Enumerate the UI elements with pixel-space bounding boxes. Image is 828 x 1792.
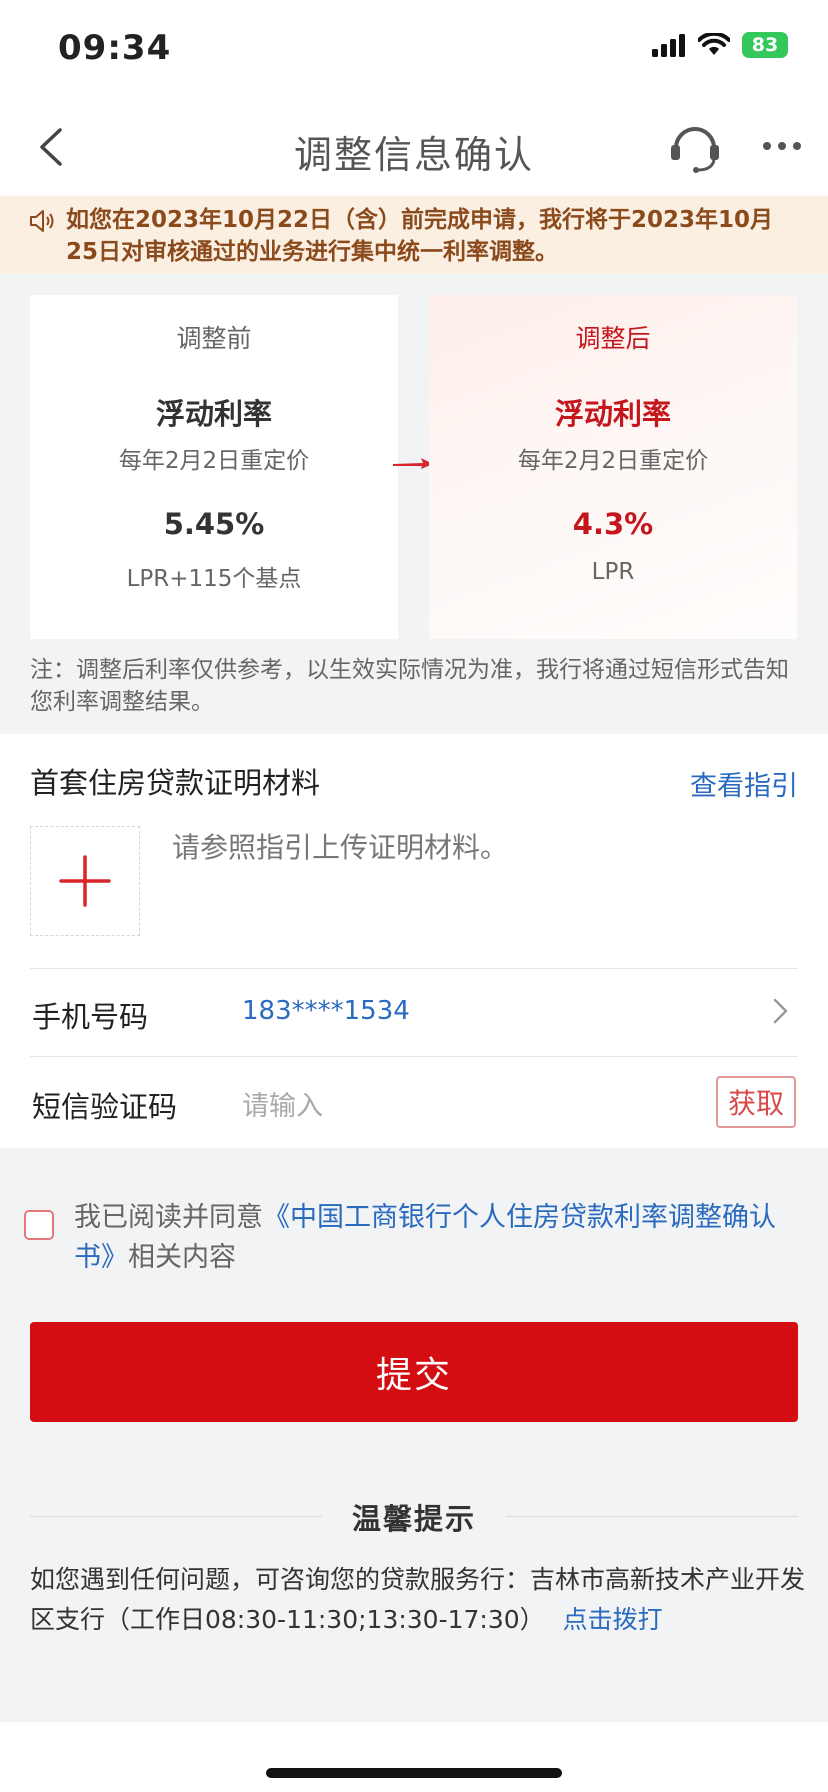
divider xyxy=(30,968,798,969)
speaker-icon xyxy=(30,210,54,232)
headset-icon[interactable] xyxy=(668,118,722,174)
after-label: 调整后 xyxy=(575,324,651,353)
after-rate-mode: 浮动利率 xyxy=(554,397,671,431)
agreement-text: 我已阅读并同意《中国工商银行个人住房贷款利率调整确认书》相关内容 xyxy=(74,1198,784,1278)
sms-code-input[interactable]: 请输入 xyxy=(242,1084,323,1123)
phone-label: 手机号码 xyxy=(32,1000,149,1034)
after-rate-basis: LPR xyxy=(591,559,635,585)
application-form: 首套住房贷款证明材料 查看指引 请参照指引上传证明材料。 手机号码 183***… xyxy=(0,734,828,1148)
upload-hint: 请参照指引上传证明材料。 xyxy=(172,831,509,864)
more-icon[interactable] xyxy=(760,124,804,168)
status-time: 09:34 xyxy=(58,28,172,68)
agreement-checkbox[interactable] xyxy=(24,1210,54,1240)
agreement-section: 我已阅读并同意《中国工商银行个人住房贷款利率调整确认书》相关内容 提交 温馨提示… xyxy=(0,1148,828,1722)
status-bar: 09:34 83 xyxy=(0,0,828,100)
call-link[interactable]: 点击拨打 xyxy=(563,1605,663,1634)
page: 09:34 83 调整信息确认 如您在2023年10月22日（含）前完成申请，我… xyxy=(0,0,828,1792)
view-guide-link[interactable]: 查看指引 xyxy=(690,764,798,803)
submit-button[interactable]: 提交 xyxy=(30,1322,798,1422)
before-reprice-date: 每年2月2日重定价 xyxy=(118,448,310,474)
before-label: 调整前 xyxy=(176,324,252,353)
before-card: 调整前 浮动利率 每年2月2日重定价 5.45% LPR+115个基点 xyxy=(30,295,398,639)
bottom-bar xyxy=(0,1722,828,1792)
sms-label: 短信验证码 xyxy=(32,1090,178,1124)
upload-button[interactable] xyxy=(30,826,140,936)
after-rate-value: 4.3% xyxy=(572,507,654,541)
before-rate-value: 5.45% xyxy=(163,507,265,541)
wifi-icon xyxy=(698,33,730,55)
home-indicator[interactable] xyxy=(266,1768,562,1778)
before-rate-basis: LPR+115个基点 xyxy=(126,566,302,592)
chevron-right-icon[interactable] xyxy=(770,996,792,1026)
after-reprice-date: 每年2月2日重定价 xyxy=(517,448,709,474)
tips-text: 如您遇到任何问题，可咨询您的贷款服务行：吉林市高新技术产业开发区支行（工作日08… xyxy=(30,1560,806,1640)
after-card: 调整后 浮动利率 每年2月2日重定价 4.3% LPR xyxy=(429,295,797,639)
notice-text: 如您在2023年10月22日（含）前完成申请，我行将于2023年10月25日对审… xyxy=(66,207,774,265)
get-sms-code-button[interactable]: 获取 xyxy=(716,1076,796,1128)
battery-indicator: 83 xyxy=(742,32,788,58)
agreement-prefix: 我已阅读并同意 xyxy=(74,1202,263,1233)
status-icons: 83 xyxy=(652,32,788,58)
tips-title: 温馨提示 xyxy=(351,1502,476,1536)
plus-icon xyxy=(59,855,111,907)
agreement-suffix: 相关内容 xyxy=(128,1242,236,1273)
before-rate-mode: 浮动利率 xyxy=(155,397,272,431)
signal-icon xyxy=(652,34,685,57)
rate-comparison: 调整前 浮动利率 每年2月2日重定价 5.45% LPR+115个基点 调整后 … xyxy=(0,274,828,734)
comparison-note: 注：调整后利率仅供参考，以生效实际情况为准，我行将通过短信形式告知您利率调整结果… xyxy=(30,657,789,715)
tips-body: 如您遇到任何问题，可咨询您的贷款服务行：吉林市高新技术产业开发区支行（工作日08… xyxy=(30,1565,806,1634)
phone-value[interactable]: 183****1534 xyxy=(242,996,410,1026)
divider xyxy=(30,1056,798,1057)
notice-banner: 如您在2023年10月22日（含）前完成申请，我行将于2023年10月25日对审… xyxy=(0,196,828,274)
nav-bar: 调整信息确认 xyxy=(0,100,828,196)
documents-title: 首套住房贷款证明材料 xyxy=(30,766,321,800)
